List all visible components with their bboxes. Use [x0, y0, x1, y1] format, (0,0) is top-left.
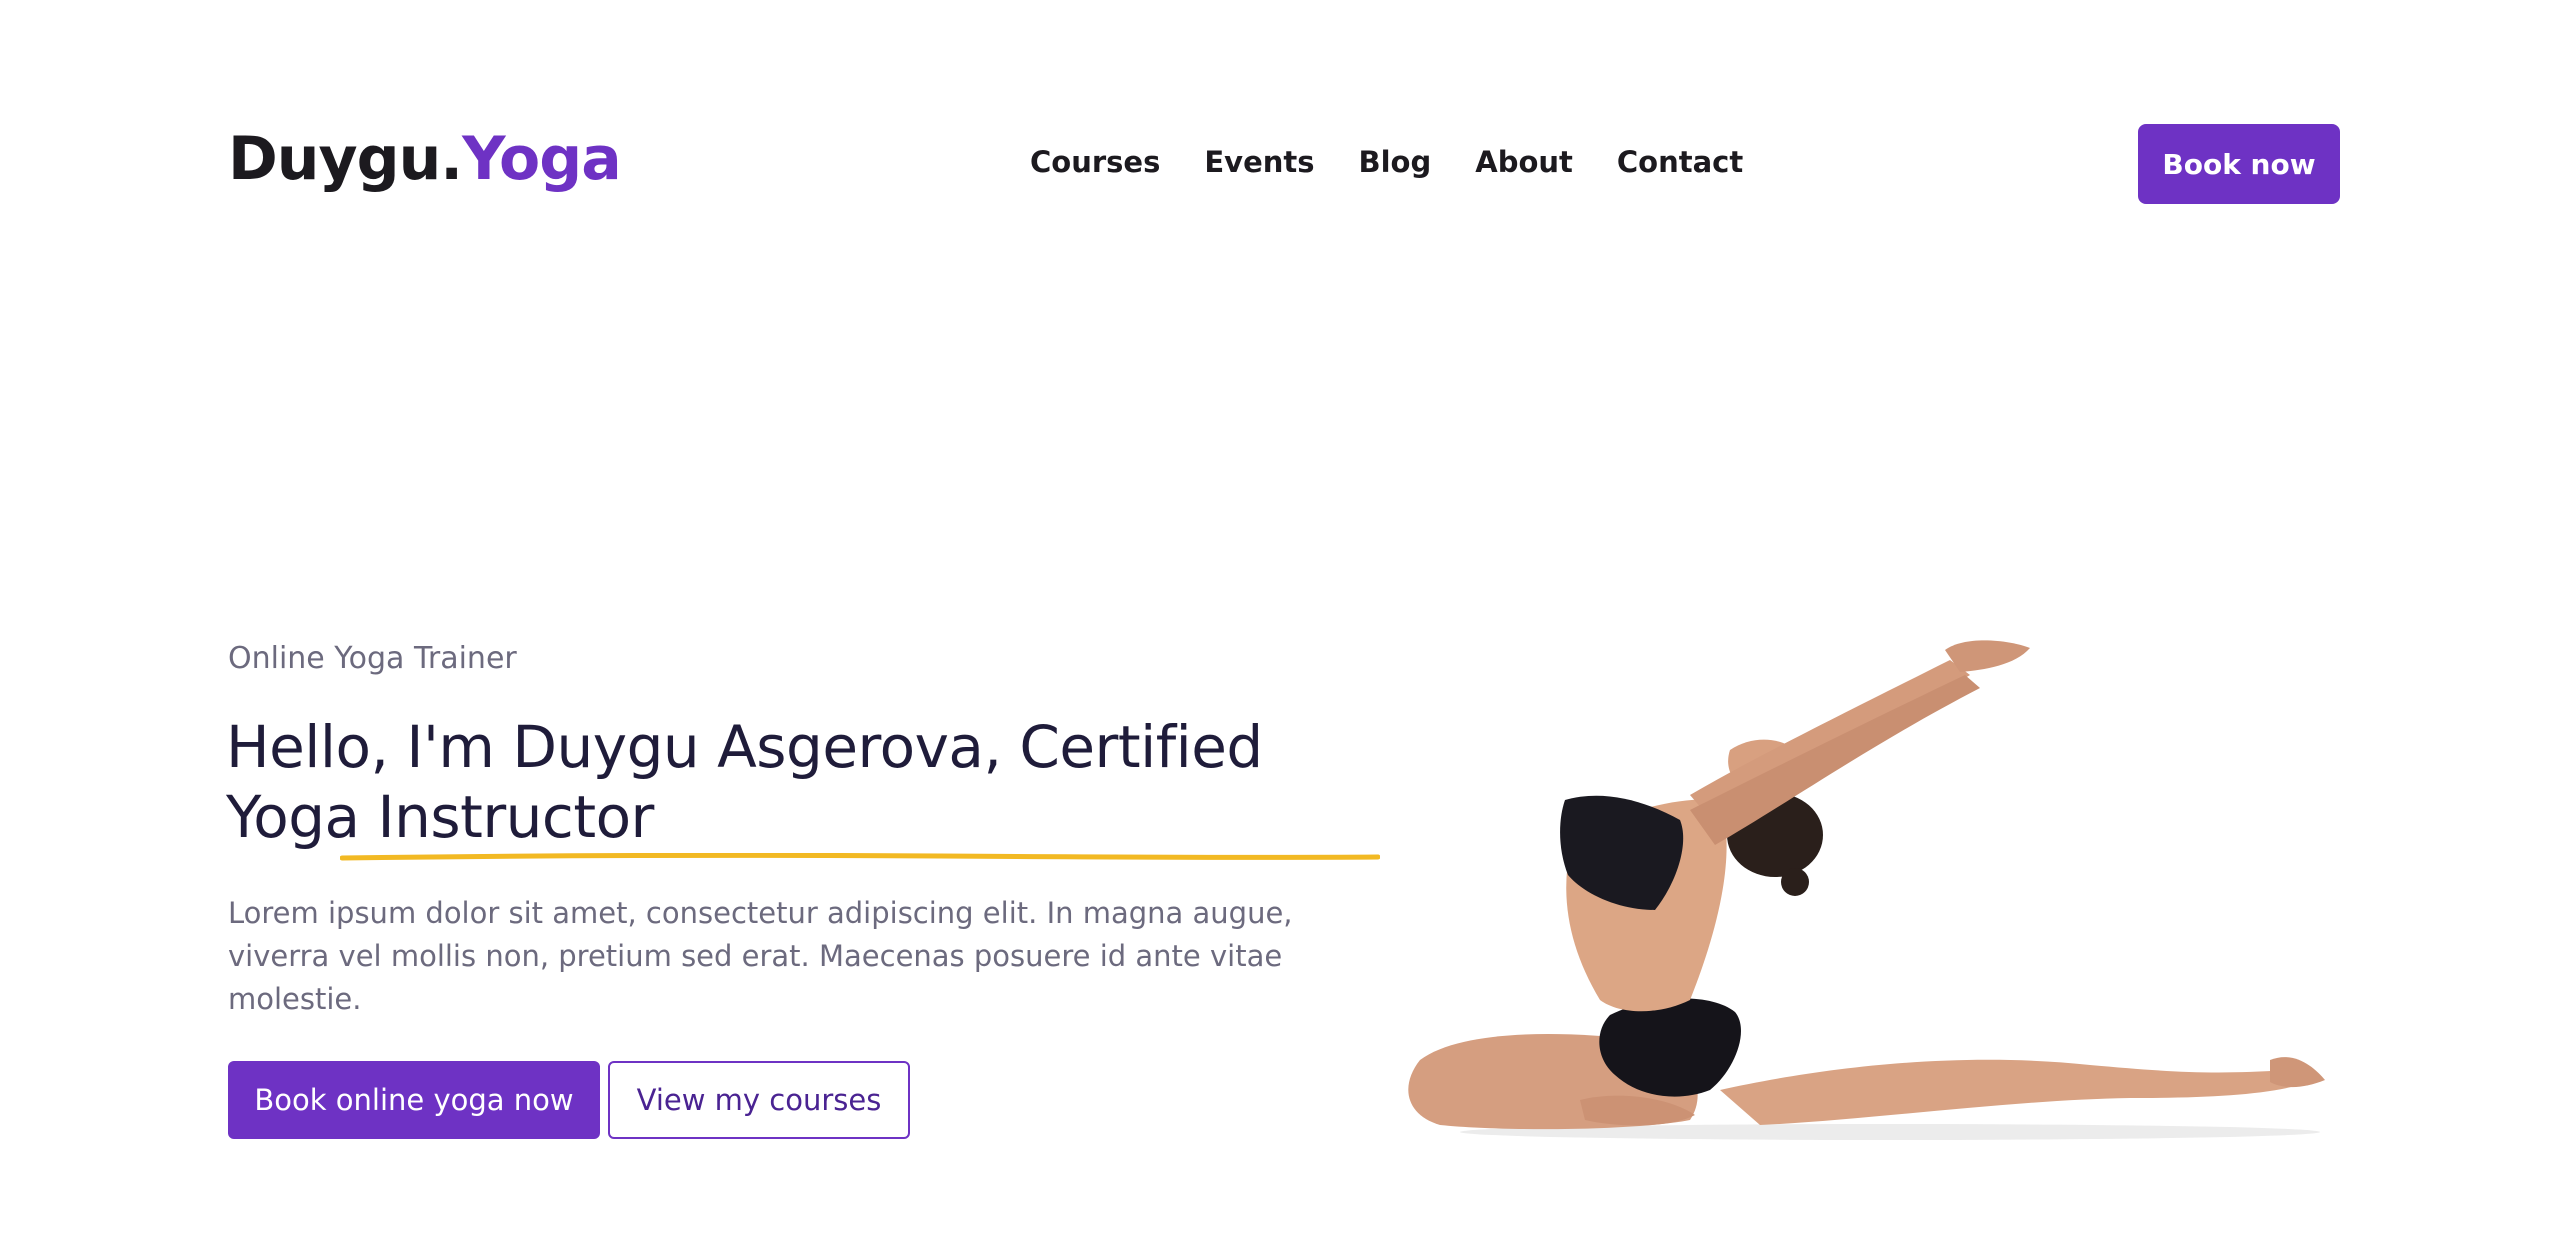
- hero-description: Lorem ipsum dolor sit amet, consectetur …: [228, 896, 1293, 1016]
- book-online-yoga-button[interactable]: Book online yoga now: [228, 1061, 600, 1139]
- site-logo[interactable]: Duygu.Yoga: [228, 124, 622, 194]
- nav-item-blog[interactable]: Blog: [1359, 145, 1432, 179]
- nav-item-contact[interactable]: Contact: [1617, 145, 1743, 179]
- logo-text-main: Duygu.: [228, 124, 463, 194]
- hero-eyebrow: Online Yoga Trainer: [228, 641, 517, 676]
- yoga-pose-image: [1408, 640, 2325, 1140]
- nav-item-courses[interactable]: Courses: [1030, 145, 1160, 179]
- headline-underline: [340, 853, 1380, 861]
- main-nav: Courses Events Blog About Contact: [1030, 145, 1787, 179]
- hero-headline: Hello, I'm Duygu Asgerova, Certified Yog…: [226, 713, 1263, 851]
- logo-text-accent: Yoga: [462, 124, 622, 194]
- book-now-button[interactable]: Book now: [2138, 124, 2340, 204]
- nav-item-events[interactable]: Events: [1204, 145, 1314, 179]
- view-courses-button[interactable]: View my courses: [608, 1061, 910, 1139]
- site-header: Duygu.Yoga Courses Events Blog About Con…: [0, 0, 2550, 330]
- nav-item-about[interactable]: About: [1475, 145, 1573, 179]
